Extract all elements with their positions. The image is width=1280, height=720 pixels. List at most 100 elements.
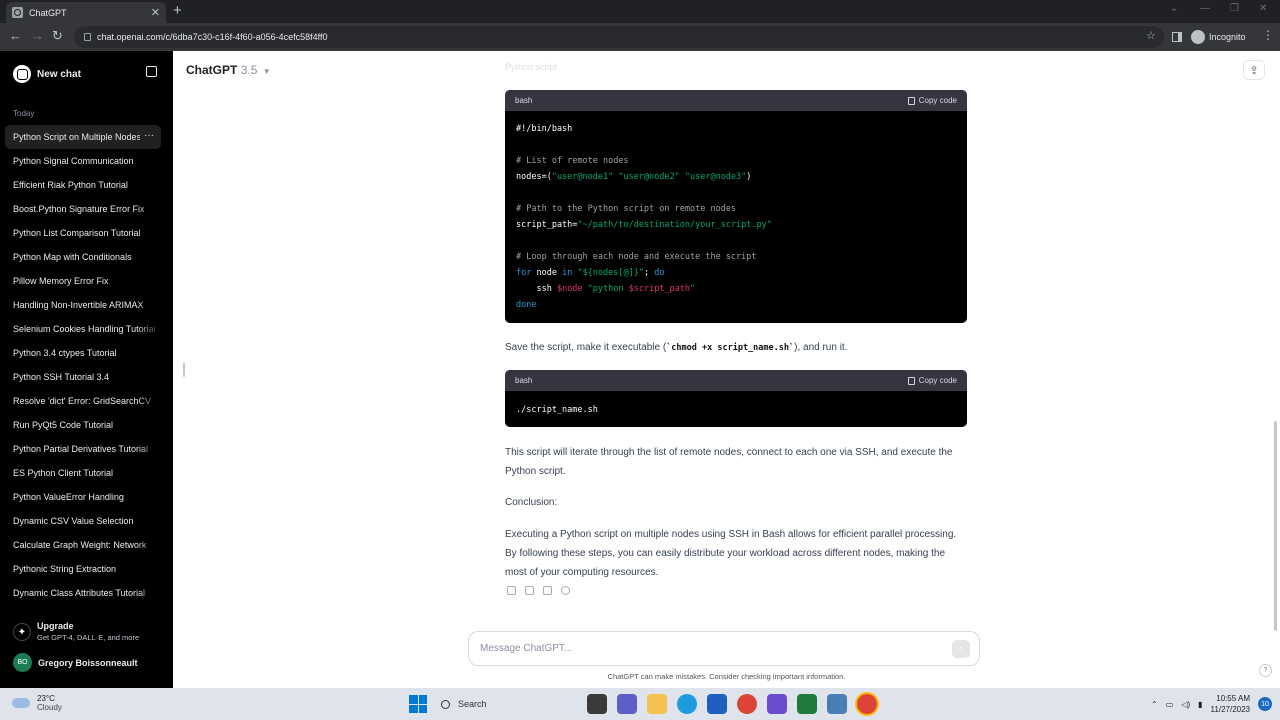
code-language: bash: [515, 376, 533, 385]
share-icon: ⇪: [1249, 64, 1259, 77]
message-input[interactable]: Message ChatGPT... ↑: [468, 631, 980, 666]
conversation-item[interactable]: Python List Comparison Tutorial: [5, 221, 161, 245]
windows-start-icon[interactable]: [409, 695, 427, 713]
conversation-item[interactable]: ES Python Client Tutorial: [5, 461, 161, 485]
thumbs-up-icon[interactable]: [525, 586, 534, 595]
store-icon[interactable]: [707, 694, 727, 714]
conversation-item[interactable]: Boost.Python Signature Error Fix: [5, 197, 161, 221]
new-chat-button[interactable]: New chat: [5, 63, 163, 85]
excel-icon[interactable]: [797, 694, 817, 714]
conversation-item[interactable]: Python ValueError Handling: [5, 485, 161, 509]
chat-app-icon[interactable]: [617, 694, 637, 714]
message-paragraph: Executing a Python script on multiple no…: [505, 529, 957, 578]
app-icon[interactable]: [827, 694, 847, 714]
conversation-item[interactable]: Efficient Riak Python Tutorial: [5, 173, 161, 197]
weather-widget[interactable]: 23°C Cloudy: [12, 694, 62, 712]
message-placeholder: Message ChatGPT...: [480, 643, 573, 654]
browser-tab-strip: ChatGPT ✕ + ⌄ — ❐ ✕: [0, 0, 1280, 23]
tab-title: ChatGPT: [29, 7, 67, 18]
edge-browser-icon[interactable]: [677, 694, 697, 714]
conversation-item[interactable]: Python 3.4 ctypes Tutorial: [5, 341, 161, 365]
reload-icon[interactable]: ↻: [52, 28, 63, 44]
notifications-badge[interactable]: 10: [1258, 697, 1272, 711]
sidebar-collapse-handle[interactable]: [183, 363, 185, 377]
edit-icon[interactable]: [146, 66, 157, 77]
send-button[interactable]: ↑: [952, 640, 970, 658]
app-icon[interactable]: [767, 694, 787, 714]
copy-icon[interactable]: [507, 586, 516, 595]
date: 11/27/2023: [1210, 705, 1250, 714]
copy-code-label: Copy code: [918, 376, 957, 385]
browser-tab[interactable]: ChatGPT ✕: [6, 2, 166, 23]
conversation-item[interactable]: Python SSH Tutorial 3.4: [5, 365, 161, 389]
clock[interactable]: 10:55 AM 11/27/2023: [1211, 693, 1250, 715]
file-explorer-icon[interactable]: [647, 694, 667, 714]
forward-icon[interactable]: →: [31, 28, 44, 43]
conversation-item[interactable]: Python Partial Derivatives Tutorial: [5, 437, 161, 461]
browser-toolbar: ← → ↻ chat.openai.com/c/6dba7c30-c16f-4f…: [0, 23, 1280, 51]
conversation-item[interactable]: Calculate Graph Weight: Network: [5, 533, 161, 557]
regenerate-icon[interactable]: [561, 586, 570, 595]
upgrade-button[interactable]: ✦ Upgrade Get GPT-4, DALL·E, and more: [13, 621, 139, 642]
conversation-item[interactable]: Resolve 'dict' Error: GridSearchCV: [5, 389, 161, 413]
tab-search-chevron-icon[interactable]: ⌄: [1170, 3, 1178, 14]
chrome-icon[interactable]: [737, 694, 757, 714]
taskbar-apps: Search: [409, 694, 877, 714]
network-icon[interactable]: ▭: [1166, 700, 1174, 709]
incognito-indicator[interactable]: Incognito: [1172, 28, 1246, 46]
volume-icon[interactable]: ◁): [1181, 700, 1190, 709]
battery-icon[interactable]: ▮: [1198, 700, 1202, 709]
conversation-item[interactable]: Dynamic CSV Value Selection: [5, 509, 161, 533]
copy-code-button[interactable]: Copy code: [907, 96, 957, 105]
bookmark-star-icon[interactable]: ☆: [1146, 29, 1156, 42]
task-view-icon[interactable]: [587, 694, 607, 714]
upgrade-subtitle: Get GPT-4, DALL·E, and more: [37, 633, 140, 642]
back-icon[interactable]: ←: [9, 28, 22, 43]
lock-icon: [84, 33, 91, 41]
user-menu[interactable]: BO Gregory Boissonneault: [13, 653, 138, 672]
code-block-header: bash Copy code: [505, 90, 967, 111]
more-options-icon[interactable]: ···: [140, 130, 154, 141]
share-button[interactable]: ⇪: [1243, 60, 1265, 80]
time: 10:55 AM: [1216, 694, 1250, 703]
copy-code-button[interactable]: Copy code: [907, 376, 957, 385]
incognito-label: Incognito: [1209, 32, 1246, 42]
conversation-item[interactable]: Run PyQt5 Code Tutorial: [5, 413, 161, 437]
incognito-icon: [1191, 30, 1205, 44]
sidebar: New chat Today Python Script on Multiple…: [0, 51, 173, 688]
system-tray: ⌃ ▭ ◁) ▮ 10:55 AM 11/27/2023 10: [1151, 693, 1272, 715]
message-actions: [507, 586, 570, 595]
sparkle-icon: ✦: [13, 623, 31, 641]
chevron-up-icon[interactable]: ⌃: [1151, 700, 1158, 709]
side-panel-icon[interactable]: [1172, 32, 1182, 42]
close-window-icon[interactable]: ✕: [1259, 3, 1267, 14]
conversation-item[interactable]: Python Signal Communication: [5, 149, 161, 173]
disclaimer-text: ChatGPT can make mistakes. Consider chec…: [607, 672, 846, 681]
address-bar[interactable]: chat.openai.com/c/6dba7c30-c16f-4f60-a05…: [74, 26, 1164, 48]
conversation-item[interactable]: Python Script on Multiple Nodes ···: [5, 125, 161, 149]
thumbs-down-icon[interactable]: [543, 586, 552, 595]
new-tab-icon[interactable]: +: [173, 2, 182, 19]
conversation-item[interactable]: Python Map with Conditionals: [5, 245, 161, 269]
help-button[interactable]: ?: [1259, 664, 1272, 677]
inline-code: `chmod +x script_name.sh`: [666, 343, 795, 353]
conversation-item[interactable]: Handling Non-Invertible ARIMAX: [5, 293, 161, 317]
conversation-item[interactable]: Selenium Cookies Handling Tutorial: [5, 317, 161, 341]
scrollbar[interactable]: [1274, 421, 1277, 631]
code-language: bash: [515, 96, 533, 105]
minimize-icon[interactable]: —: [1200, 3, 1210, 14]
code-block: bash Copy code #!/bin/bash # List of rem…: [505, 90, 967, 323]
chrome-incognito-icon[interactable]: [857, 694, 877, 714]
model-selector[interactable]: ChatGPT 3.5 ▼: [186, 63, 271, 77]
maximize-icon[interactable]: ❐: [1230, 3, 1239, 14]
conversation-item[interactable]: Dynamic Class Attributes Tutorial: [5, 581, 161, 605]
close-tab-icon[interactable]: ✕: [151, 6, 160, 19]
url-text: chat.openai.com/c/6dba7c30-c16f-4f60-a05…: [97, 32, 328, 42]
conclusion-label: Conclusion:: [505, 497, 558, 508]
windows-taskbar: 23°C Cloudy Search ⌃ ▭ ◁) ▮ 10:55 AM 11/…: [0, 688, 1280, 720]
code-block-header: bash Copy code: [505, 370, 967, 391]
browser-menu-icon[interactable]: ⋮: [1262, 28, 1274, 42]
conversation-item[interactable]: Pythonic String Extraction: [5, 557, 161, 581]
conversation-item[interactable]: Pillow Memory Error Fix: [5, 269, 161, 293]
taskbar-search[interactable]: Search: [437, 694, 577, 714]
